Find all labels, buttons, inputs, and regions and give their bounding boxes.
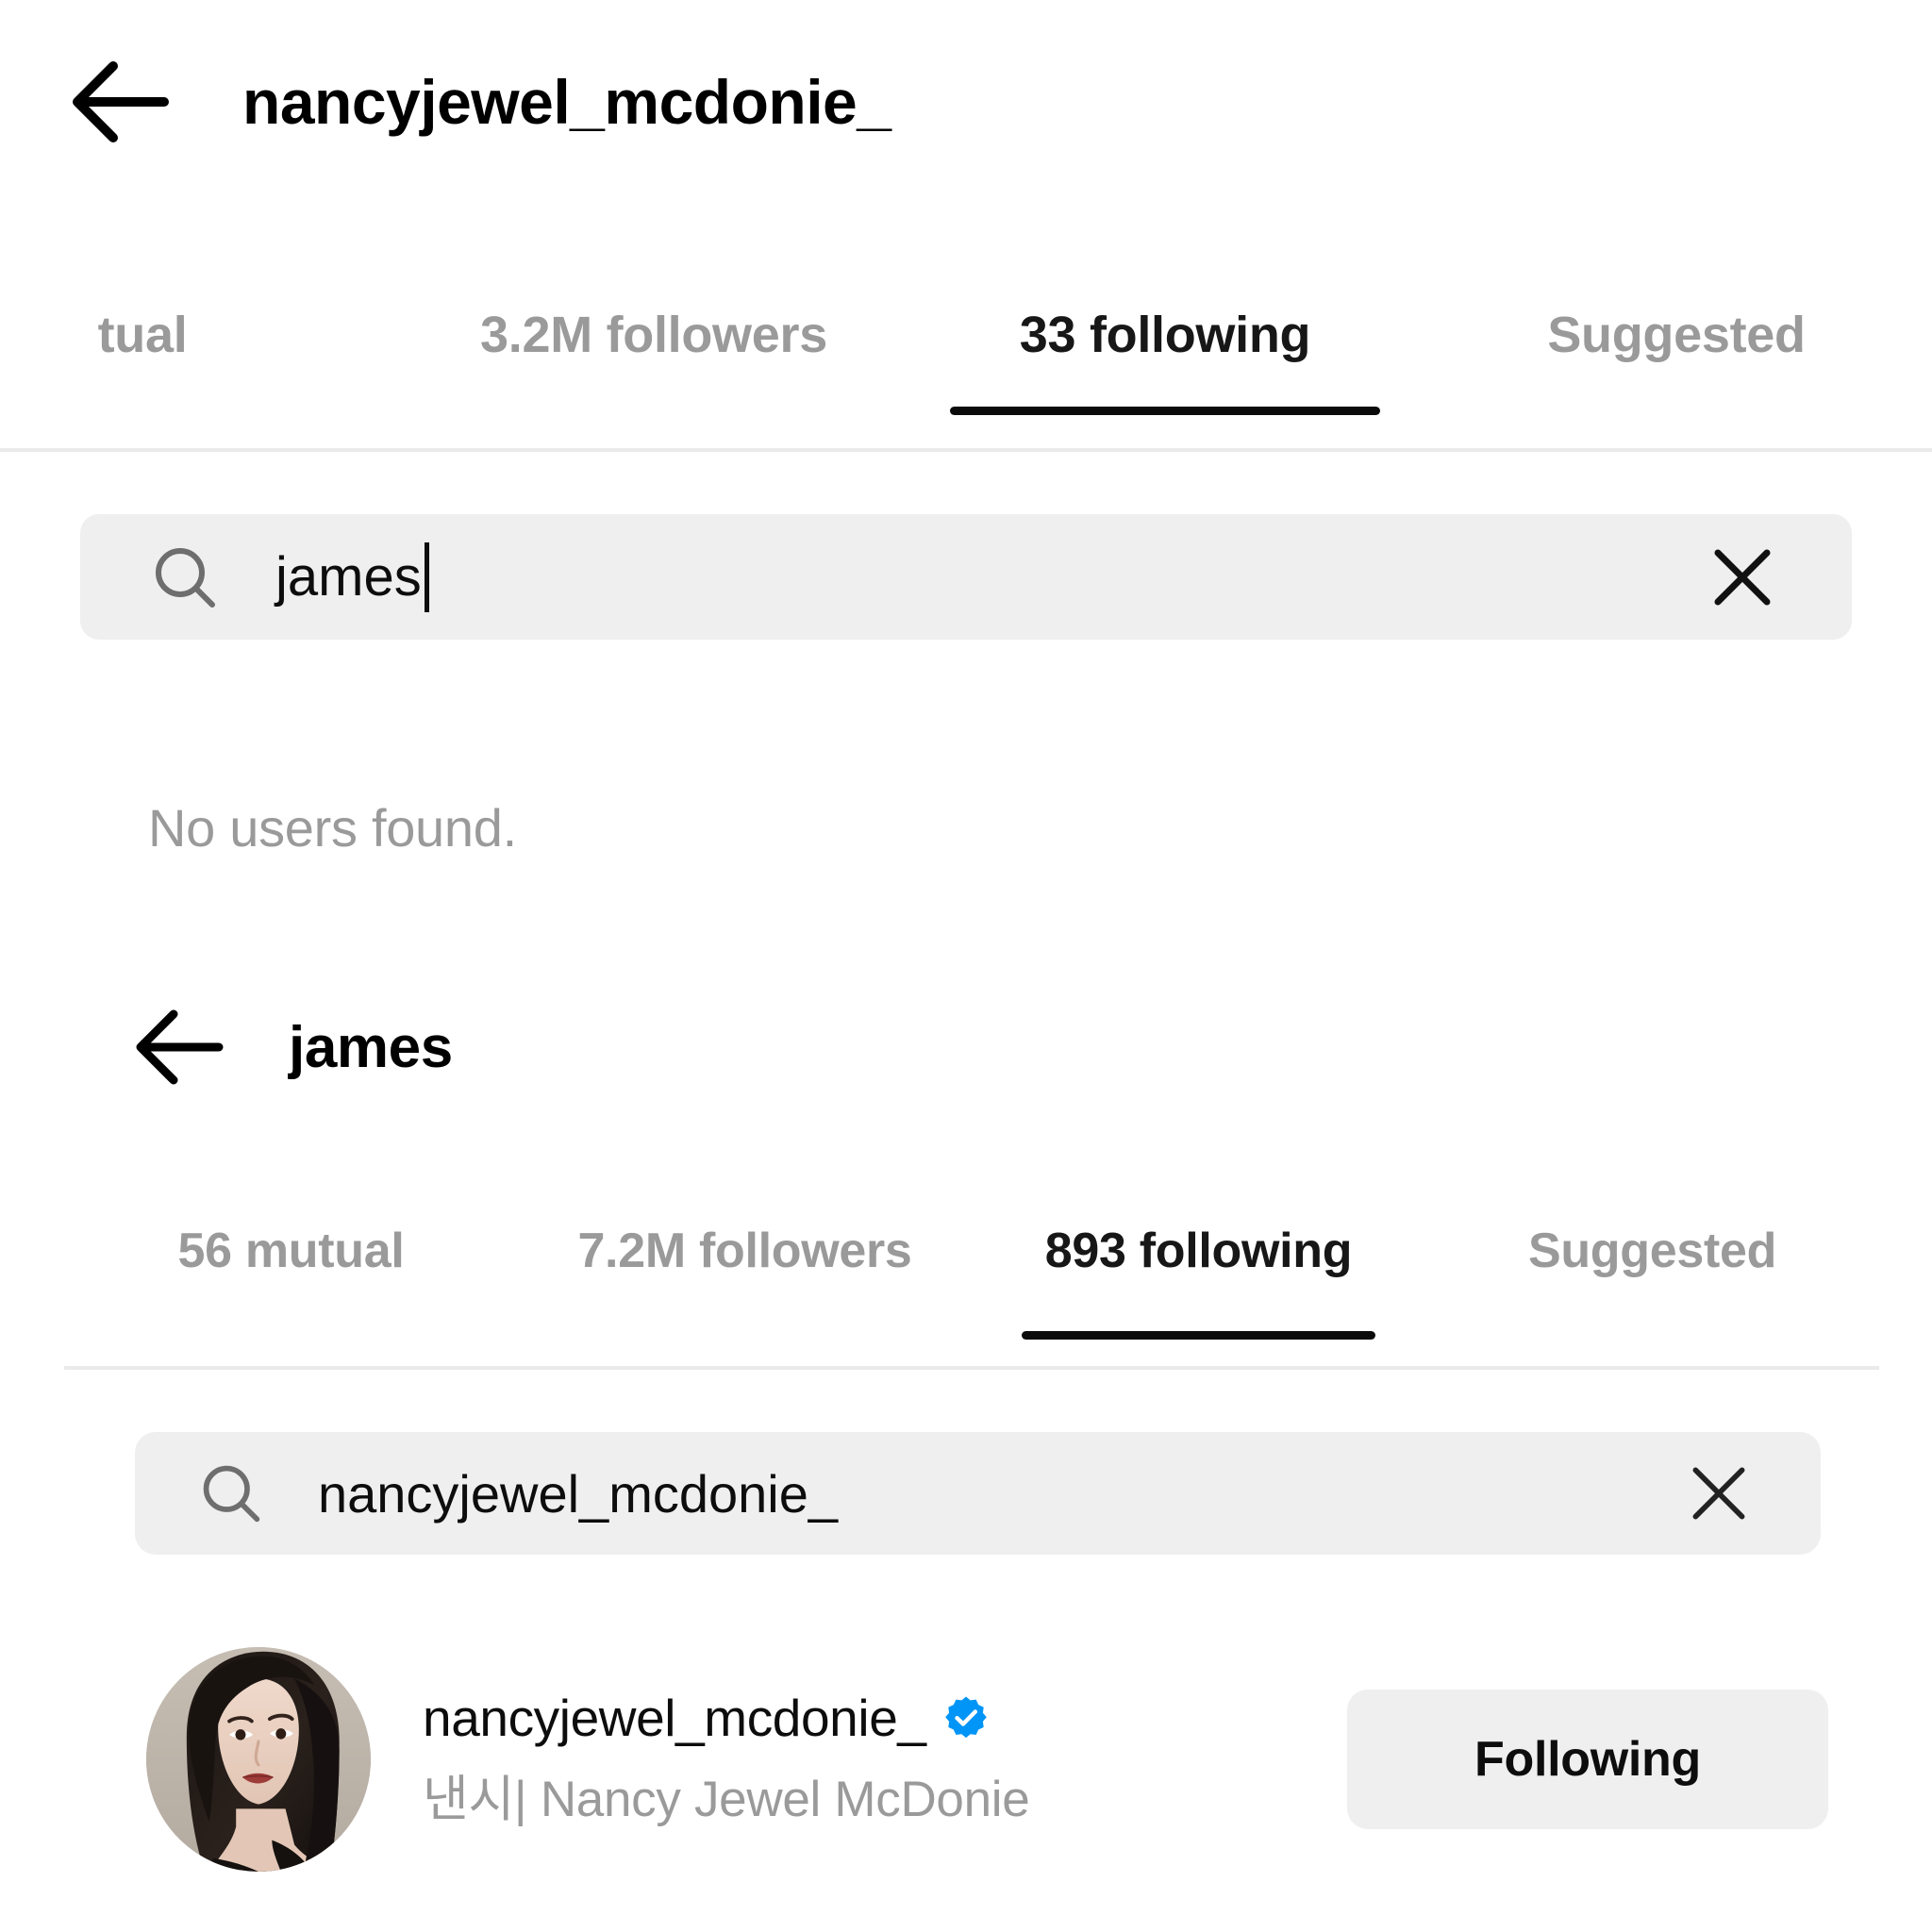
search-icon (199, 1461, 263, 1525)
verified-badge-icon (943, 1695, 989, 1740)
inner-page-title: james (289, 1014, 453, 1080)
tab-label: 33 following (1019, 307, 1311, 363)
page-title: nancyjewel_mcdonie_ (242, 66, 891, 137)
inner-tab-following[interactable]: 893 following (972, 1198, 1425, 1340)
user-full-name: 낸시| Nancy Jewel McDonie (423, 1772, 1030, 1827)
user-meta: nancyjewel_mcdonie_ 낸시| Nancy Jewel McDo… (423, 1688, 1030, 1831)
inner-tab-bar: 56 mutual 7.2M followers 893 following S… (64, 1198, 1879, 1368)
tab-label: Suggested (1547, 307, 1806, 363)
tab-label: 56 mutual (177, 1224, 405, 1278)
tab-following[interactable]: 33 following (909, 264, 1421, 415)
inner-back-button[interactable] (134, 1002, 225, 1092)
tab-underline-active (950, 407, 1380, 415)
empty-state-message: No users found. (148, 798, 517, 858)
back-button[interactable] (68, 50, 172, 154)
tab-label: 3.2M followers (480, 307, 827, 363)
tab-underline (1461, 407, 1890, 415)
tab-underline (439, 407, 868, 415)
inner-clear-search-button[interactable] (1685, 1459, 1753, 1527)
search-icon (151, 543, 219, 611)
inner-search-input[interactable]: nancyjewel_mcdonie_ (135, 1432, 1821, 1555)
avatar[interactable] (146, 1647, 371, 1872)
tab-followers[interactable]: 3.2M followers (398, 264, 909, 415)
close-icon (1692, 1467, 1745, 1520)
back-arrow-icon (73, 60, 169, 142)
tab-underline (114, 1331, 468, 1340)
list-item[interactable]: nancyjewel_mcdonie_ 낸시| Nancy Jewel McDo… (0, 1623, 1932, 1896)
tab-label: 893 following (1044, 1224, 1353, 1278)
inner-search-input-value: nancyjewel_mcdonie_ (318, 1463, 839, 1524)
tab-mutual[interactable]: tual (0, 264, 398, 415)
tab-underline (0, 407, 358, 415)
inner-tab-suggested[interactable]: Suggested (1425, 1198, 1879, 1340)
following-button[interactable]: Following (1347, 1690, 1828, 1829)
outer-screen-header: nancyjewel_mcdonie_ (0, 0, 1932, 203)
tab-bar-divider (0, 448, 1932, 452)
tab-underline (1475, 1331, 1829, 1340)
close-icon (1714, 549, 1771, 605)
inner-screen-header: james (0, 972, 1932, 1123)
tab-label: 7.2M followers (577, 1224, 912, 1278)
tab-underline-active (1021, 1331, 1376, 1340)
back-arrow-icon (136, 1009, 224, 1085)
tab-label: Suggested (1527, 1224, 1777, 1278)
text-caret (424, 541, 429, 612)
avatar-photo (146, 1647, 371, 1872)
inner-tab-mutual[interactable]: 56 mutual (64, 1198, 518, 1340)
inner-tab-bar-divider (64, 1366, 1879, 1370)
tab-suggested[interactable]: Suggested (1421, 264, 1932, 415)
tab-underline (568, 1331, 922, 1340)
outer-tab-bar: tual 3.2M followers 33 following Suggest… (0, 264, 1932, 453)
inner-tab-followers[interactable]: 7.2M followers (518, 1198, 972, 1340)
search-input[interactable]: james (80, 514, 1852, 640)
clear-search-button[interactable] (1707, 541, 1778, 613)
tab-label: tual (97, 307, 188, 363)
username[interactable]: nancyjewel_mcdonie_ (423, 1688, 926, 1748)
search-input-value: james (275, 546, 422, 608)
